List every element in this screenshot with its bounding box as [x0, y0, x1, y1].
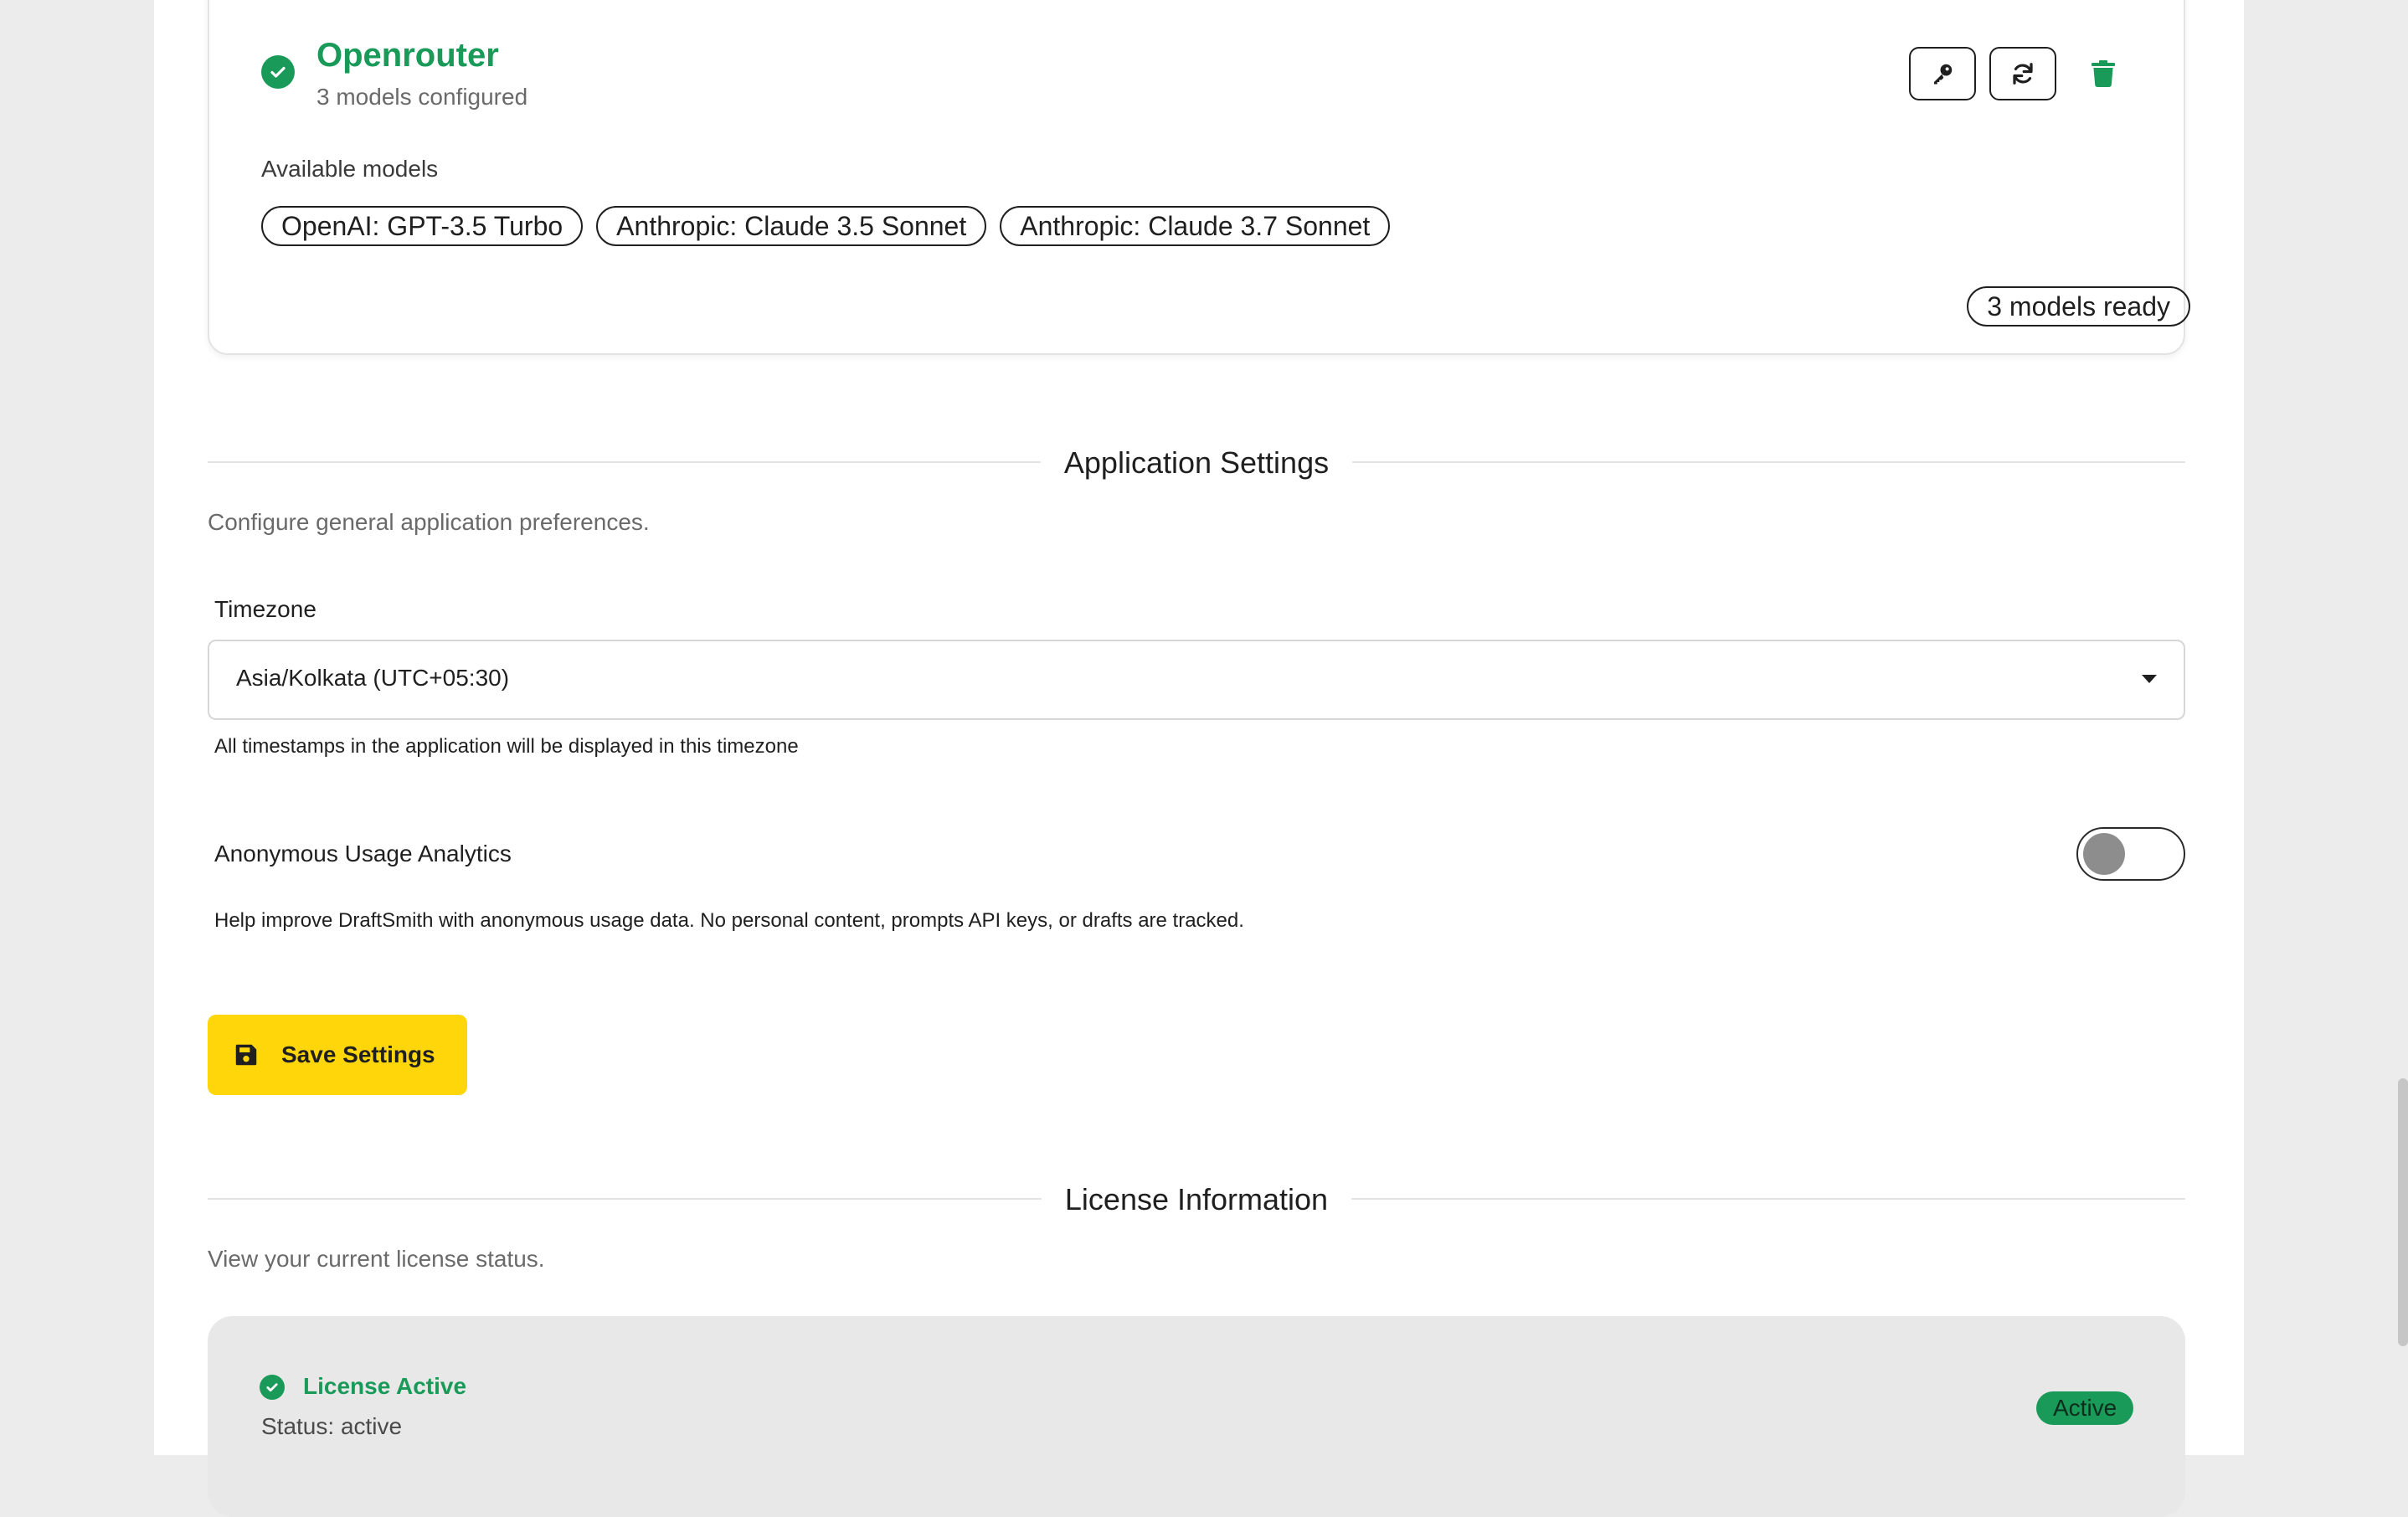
application-settings-description: Configure general application preference… [208, 509, 650, 535]
license-information-header: License Information [208, 1175, 2185, 1222]
refresh-icon [2013, 63, 2033, 85]
application-settings-header: Application Settings [208, 439, 2185, 486]
settings-page: Openrouter 3 models configured Available… [154, 0, 2244, 1517]
save-icon [235, 1044, 257, 1066]
model-chip-list: OpenAI: GPT-3.5 Turbo Anthropic: Claude … [261, 206, 1391, 246]
timezone-label: Timezone [214, 596, 316, 622]
api-key-button[interactable] [1909, 47, 1976, 100]
license-active-badge: Active [2036, 1391, 2134, 1425]
model-chip: OpenAI: GPT-3.5 Turbo [261, 206, 584, 246]
license-card [208, 1316, 2185, 1517]
scrollbar-thumb[interactable] [2398, 1078, 2408, 1346]
timezone-select[interactable]: Asia/Kolkata (UTC+05:30) [208, 640, 2185, 720]
save-settings-button[interactable]: Save Settings [208, 1015, 467, 1095]
analytics-help-text: Help improve DraftSmith with anonymous u… [214, 909, 1244, 932]
license-status-title: License Active [303, 1373, 467, 1399]
models-ready-badge: 3 models ready [1967, 286, 2190, 327]
provider-name: Openrouter [316, 37, 499, 74]
provider-card [208, 0, 2185, 355]
license-status-text: Status: active [261, 1413, 403, 1439]
timezone-help-text: All timestamps in the application will b… [214, 735, 799, 758]
toggle-knob [2083, 833, 2125, 875]
refresh-models-button[interactable] [1989, 47, 2056, 100]
provider-subtitle: 3 models configured [316, 84, 528, 110]
available-models-label: Available models [261, 156, 439, 182]
license-description: View your current license status. [208, 1246, 545, 1272]
caret-down-icon [2142, 675, 2157, 683]
section-title: Application Settings [1040, 445, 1353, 480]
delete-provider-button[interactable] [2085, 55, 2122, 92]
analytics-toggle[interactable] [2076, 827, 2185, 881]
section-title: License Information [1041, 1182, 1352, 1216]
trash-icon [2092, 60, 2115, 87]
save-settings-label: Save Settings [281, 1041, 435, 1067]
analytics-label: Anonymous Usage Analytics [214, 841, 512, 866]
model-chip: Anthropic: Claude 3.5 Sonnet [596, 206, 987, 246]
key-icon [1934, 64, 1953, 85]
timezone-select-value: Asia/Kolkata (UTC+05:30) [236, 665, 510, 691]
check-circle-icon [261, 55, 295, 89]
check-circle-icon [260, 1375, 285, 1400]
model-chip: Anthropic: Claude 3.7 Sonnet [1000, 206, 1391, 246]
